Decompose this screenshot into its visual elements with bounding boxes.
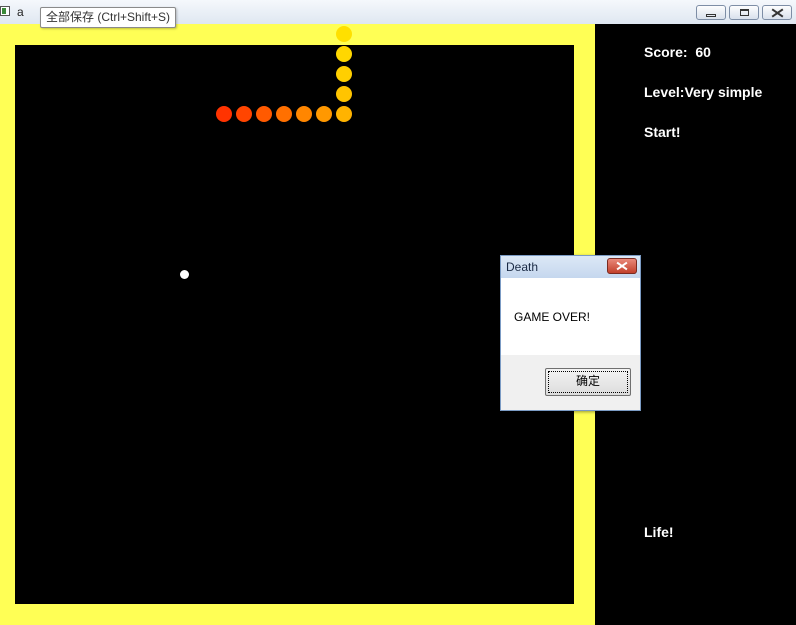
- snake-segment: [316, 106, 332, 122]
- app-icon: [0, 6, 10, 16]
- window-title: a: [17, 5, 24, 19]
- game-field: [15, 45, 574, 604]
- save-all-tooltip: 全部保存 (Ctrl+Shift+S): [40, 7, 177, 28]
- level-label: Level:Very simple: [644, 84, 763, 100]
- food-pellet: [180, 270, 189, 279]
- snake-segment: [216, 106, 232, 122]
- minimize-button[interactable]: [696, 5, 726, 20]
- dialog-body: GAME OVER!: [501, 278, 640, 355]
- snake-segment: [276, 106, 292, 122]
- dialog-title-bar: Death: [501, 256, 640, 278]
- start-label: Start!: [644, 124, 681, 140]
- snake-segment: [256, 106, 272, 122]
- dialog-close-button[interactable]: [607, 258, 637, 274]
- snake-segment: [336, 86, 352, 102]
- death-dialog: Death GAME OVER! 确定: [500, 255, 641, 411]
- score-label: Score: 60: [644, 44, 711, 60]
- maximize-button[interactable]: [729, 5, 759, 20]
- close-window-button[interactable]: [762, 5, 792, 20]
- snake-segment: [296, 106, 312, 122]
- ok-button[interactable]: 确定: [545, 368, 631, 396]
- snake-head: [336, 26, 352, 42]
- snake-segment: [336, 106, 352, 122]
- snake-segment: [336, 66, 352, 82]
- dialog-title: Death: [506, 260, 539, 274]
- dialog-message: GAME OVER!: [514, 310, 591, 324]
- snake-segment: [336, 46, 352, 62]
- life-label: Life!: [644, 524, 674, 540]
- snake-segment: [236, 106, 252, 122]
